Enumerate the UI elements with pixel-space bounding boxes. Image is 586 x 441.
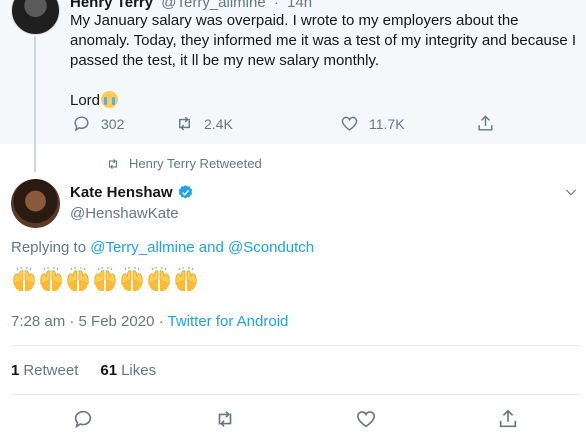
replying-to-line: Replying to @Terry_allmine and @Scondutc… — [11, 239, 314, 256]
parent-retweet-count: 2.4K — [204, 115, 233, 132]
retweet-button[interactable] — [214, 408, 236, 430]
tweet-emoji-content — [11, 266, 200, 294]
raising-hands-emoji-icon — [146, 266, 172, 294]
main-author-avatar[interactable] — [11, 179, 60, 228]
like-button[interactable] — [355, 408, 377, 430]
tweet-timestamp[interactable]: 7:28 am · 5 Feb 2020 · — [11, 313, 167, 330]
raising-hands-emoji-icon — [11, 266, 37, 294]
raising-hands-emoji-icon — [119, 266, 145, 294]
parent-retweet-button[interactable]: 2.4K — [175, 114, 233, 133]
retweet-icon — [108, 158, 118, 169]
main-author-handle[interactable]: @HenshawKate — [70, 205, 179, 222]
parent-tweet[interactable]: Henry Terry @Terry_allmine · 14h My Janu… — [0, 0, 586, 144]
parent-author-avatar[interactable] — [11, 0, 60, 35]
tweet-options-button[interactable] — [563, 184, 579, 200]
mention-link-terry[interactable]: @Terry_allmine — [90, 239, 194, 256]
verified-badge-icon — [178, 185, 192, 199]
tweet-metadata: 7:28 am · 5 Feb 2020 · Twitter for Andro… — [11, 313, 288, 330]
reply-icon — [74, 116, 89, 132]
reply-icon — [74, 410, 92, 429]
retweet-icon — [218, 411, 232, 427]
parent-tweet-text: My January salary was overpaid. I wrote … — [70, 11, 580, 111]
parent-author-handle[interactable]: @Terry_allmine — [161, 0, 265, 11]
likes-stat[interactable]: 61 Likes — [100, 362, 156, 379]
likes-label: Likes — [121, 362, 157, 379]
heart-icon — [356, 411, 376, 428]
retweets-count: 1 — [11, 362, 20, 379]
parent-like-count: 11.7K — [369, 115, 405, 132]
parent-tweet-time-separator: · — [273, 0, 279, 11]
divider — [11, 345, 581, 346]
heart-icon — [341, 116, 358, 131]
parent-tweet-header: Henry Terry @Terry_allmine · 14h — [70, 0, 312, 11]
parent-tweet-lord-text: Lord — [70, 92, 101, 109]
tweet-stats: 1 Retweet 61 Likes — [11, 362, 156, 379]
parent-like-button[interactable]: 11.7K — [340, 114, 405, 133]
parent-tweet-body: My January salary was overpaid. I wrote … — [70, 12, 577, 69]
raising-hands-emoji-icon — [173, 266, 199, 294]
main-author-name[interactable]: Kate Henshaw — [70, 184, 173, 201]
parent-tweet-body-lord: Lord — [70, 91, 580, 111]
main-tweet-actions — [0, 408, 586, 434]
share-icon — [499, 409, 517, 428]
share-icon — [478, 115, 493, 131]
retweets-label: Retweet — [23, 362, 79, 379]
likes-count: 61 — [100, 362, 118, 379]
parent-reply-button[interactable]: 302 — [72, 114, 124, 133]
parent-tweet-time[interactable]: 14h — [287, 0, 312, 11]
parent-author-name[interactable]: Henry Terry — [70, 0, 153, 11]
retweeted-by-label[interactable]: Henry Terry Retweeted — [106, 156, 262, 171]
retweeted-by-text: Henry Terry Retweeted — [129, 156, 262, 171]
raising-hands-emoji-icon — [38, 266, 64, 294]
chevron-down-icon — [565, 189, 577, 196]
retweets-stat[interactable]: 1 Retweet — [11, 362, 78, 379]
mention-link-scondutch[interactable]: @Scondutch — [228, 239, 314, 256]
replying-and: and — [194, 239, 229, 256]
retweet-icon — [179, 116, 190, 131]
share-button[interactable] — [497, 408, 519, 430]
tweet-source-app[interactable]: Twitter for Android — [167, 313, 288, 330]
crying-face-emoji-icon — [101, 91, 119, 108]
main-author-name-row[interactable]: Kate Henshaw — [70, 184, 194, 201]
divider — [11, 394, 581, 395]
parent-share-button[interactable] — [476, 114, 505, 133]
raising-hands-emoji-icon — [92, 266, 118, 294]
parent-tweet-actions: 302 2.4K 11.7K — [70, 114, 500, 136]
thread-connector-line — [34, 36, 36, 172]
parent-reply-count: 302 — [101, 115, 125, 132]
replying-prefix: Replying to — [11, 239, 91, 256]
reply-button[interactable] — [72, 408, 94, 430]
raising-hands-emoji-icon — [65, 266, 91, 294]
